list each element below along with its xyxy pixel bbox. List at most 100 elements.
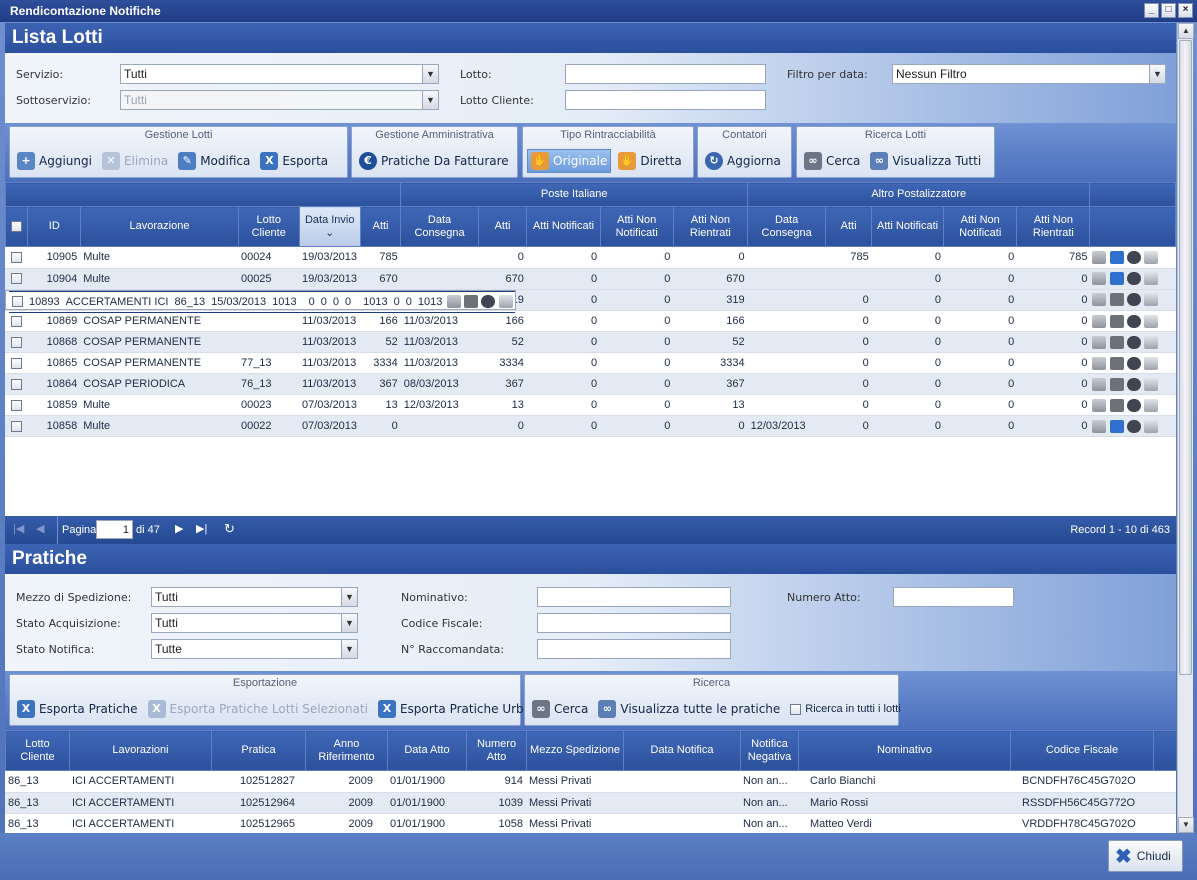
table-row[interactable]: 86_13 ICI ACCERTAMENTI 102512964 2009 01/01/…: [5, 792, 1176, 814]
col-anno[interactable]: Anno Riferimento: [305, 730, 388, 771]
stato-notifica-select[interactable]: Tutte ▼: [151, 639, 358, 659]
edit-icon[interactable]: [1109, 419, 1124, 433]
col-data-atto[interactable]: Data Atto: [387, 730, 467, 771]
euro-icon[interactable]: [1126, 356, 1141, 370]
stato-acquisizione-select[interactable]: Tutti ▼: [151, 613, 358, 633]
table-row[interactable]: 10864 COSAP PERIODICA 76_13 11/03/2013 367 08…: [5, 373, 1176, 395]
mail-icon[interactable]: [498, 295, 513, 309]
edit-icon[interactable]: [1109, 314, 1124, 328]
col-pratica[interactable]: Pratica: [211, 730, 306, 771]
box-icon[interactable]: [1092, 250, 1107, 264]
col-poste-atti-non-rientrati[interactable]: Atti Non Rientrati: [672, 206, 748, 247]
originale-button[interactable]: ✋ Originale: [527, 149, 612, 173]
cerca-lotti-button[interactable]: ∞ Cerca: [801, 149, 863, 173]
ricerca-tutti-lotti-checkbox[interactable]: Ricerca in tutti i lotti: [787, 697, 903, 721]
close-window-button[interactable]: ×: [1178, 3, 1193, 18]
prev-page-icon[interactable]: ◀: [36, 522, 44, 535]
esporta-button[interactable]: X Esporta: [257, 149, 331, 173]
row-checkbox[interactable]: [10, 378, 22, 390]
table-row[interactable]: 10905 Multe 00024 19/03/2013 785 0 0 0 0 785 0 0 785: [5, 247, 1176, 269]
table-row[interactable]: 10904 Multe 00025 19/03/2013 670 670 0 0 670 0 0 0: [5, 268, 1176, 290]
box-icon[interactable]: [447, 295, 462, 309]
visualizza-tutti-button[interactable]: ∞ Visualizza Tutti: [867, 149, 984, 173]
euro-icon[interactable]: [1126, 314, 1141, 328]
raccomandata-input[interactable]: [537, 639, 731, 659]
box-icon[interactable]: [1092, 398, 1107, 412]
maximize-button[interactable]: □: [1161, 3, 1176, 18]
first-page-icon[interactable]: |◀: [13, 522, 24, 535]
table-row[interactable]: 10858 Multe 00022 07/03/2013 0 0 0 0 0 12/03/2013…: [5, 415, 1176, 437]
row-checkbox[interactable]: [10, 251, 22, 263]
row-checkbox[interactable]: [10, 336, 22, 348]
box-icon[interactable]: [1092, 335, 1107, 349]
col-altro-data-consegna[interactable]: Data Consegna: [746, 206, 827, 247]
euro-icon[interactable]: [1126, 335, 1141, 349]
euro-icon[interactable]: [1126, 398, 1141, 412]
mail-icon[interactable]: [1143, 272, 1158, 285]
select-all-checkbox[interactable]: [5, 206, 29, 247]
minimize-button[interactable]: _: [1144, 3, 1159, 18]
codice-fiscale-input[interactable]: [537, 613, 731, 633]
box-icon[interactable]: [1092, 272, 1107, 285]
row-checkbox[interactable]: [10, 315, 22, 327]
euro-icon[interactable]: [1126, 377, 1141, 391]
col-poste-atti-non-notificati[interactable]: Atti Non Notificati: [599, 206, 674, 247]
col-nominativo[interactable]: Nominativo: [798, 730, 1011, 771]
col-poste-atti[interactable]: Atti: [477, 206, 528, 247]
page-number-input[interactable]: 1: [96, 520, 133, 539]
col-altro-atti-non-notificati[interactable]: Atti Non Notificati: [943, 206, 1018, 247]
row-checkbox[interactable]: [10, 273, 22, 285]
modifica-button[interactable]: ✎ Modifica: [175, 149, 253, 173]
scroll-down-icon[interactable]: ▼: [1178, 817, 1194, 833]
edit-icon[interactable]: [1109, 250, 1124, 264]
vertical-scrollbar[interactable]: ▲ ▼: [1177, 23, 1194, 833]
col-mezzo[interactable]: Mezzo Spedizione: [526, 730, 624, 771]
table-row[interactable]: 10893 ACCERTAMENTI ICI 86_13 15/03/2013 1013…: [5, 289, 516, 313]
edit-icon[interactable]: [1109, 272, 1124, 285]
table-row[interactable]: 10865 COSAP PERMANENTE 77_13 11/03/2013 3334…: [5, 352, 1176, 374]
lotto-input[interactable]: [565, 64, 766, 84]
table-row[interactable]: 86_13 ICI ACCERTAMENTI 102512827 2009 01/01/…: [5, 771, 1176, 793]
euro-icon[interactable]: [1126, 293, 1141, 307]
euro-icon[interactable]: [1126, 419, 1141, 433]
edit-icon[interactable]: [464, 295, 479, 309]
edit-icon[interactable]: [1109, 377, 1124, 391]
col-notifica-negativa[interactable]: Notifica Negativa: [740, 730, 799, 771]
nominativo-input[interactable]: [537, 587, 731, 607]
chiudi-button[interactable]: ✖ Chiudi: [1108, 840, 1183, 872]
esporta-pratiche-urbi-button[interactable]: X Esporta Pratiche Urbi: [375, 697, 530, 721]
col-altro-atti-notificati[interactable]: Atti Notificati: [870, 206, 945, 247]
table-row[interactable]: 10868 COSAP PERMANENTE 11/03/2013 52 11/03/2…: [5, 331, 1176, 353]
table-row[interactable]: 10859 Multe 00023 07/03/2013 13 12/03/2013 13 0…: [5, 394, 1176, 416]
mail-icon[interactable]: [1143, 419, 1158, 433]
filtro-data-select[interactable]: Nessun Filtro ▼: [892, 64, 1166, 84]
box-icon[interactable]: [1092, 419, 1107, 433]
col-poste-atti-notificati[interactable]: Atti Notificati: [526, 206, 601, 247]
col-atti[interactable]: Atti: [359, 206, 402, 247]
table-row[interactable]: 10869 COSAP PERMANENTE 11/03/2013 166 11/03/…: [5, 310, 1176, 332]
col-altro-atti[interactable]: Atti: [825, 206, 872, 247]
scroll-thumb[interactable]: [1179, 40, 1192, 675]
row-checkbox[interactable]: [12, 296, 23, 308]
edit-icon[interactable]: [1109, 398, 1124, 412]
col-lavorazione[interactable]: Lavorazione: [80, 206, 239, 247]
col-poste-data-consegna[interactable]: Data Consegna: [400, 206, 479, 247]
aggiorna-button[interactable]: ↻ Aggiorna: [702, 149, 784, 173]
euro-icon[interactable]: [481, 295, 496, 309]
col-id[interactable]: ID: [27, 206, 82, 247]
diretta-button[interactable]: ✋ Diretta: [615, 149, 684, 173]
table-row[interactable]: 86_13 ICI ACCERTAMENTI 102512965 2009 01/01/…: [5, 813, 1176, 833]
box-icon[interactable]: [1092, 377, 1107, 391]
visualizza-tutte-pratiche-button[interactable]: ∞ Visualizza tutte le pratiche: [595, 697, 783, 721]
col-data-invio[interactable]: Data Invio ⌄: [298, 206, 361, 247]
cerca-pratiche-button[interactable]: ∞ Cerca: [529, 697, 591, 721]
mail-icon[interactable]: [1143, 250, 1158, 264]
col-altro-atti-non-rientrati[interactable]: Atti Non Rientrati: [1016, 206, 1091, 247]
box-icon[interactable]: [1092, 293, 1107, 307]
servizio-select[interactable]: Tutti ▼: [120, 64, 439, 84]
mail-icon[interactable]: [1143, 398, 1158, 412]
pratiche-da-fatturare-button[interactable]: € Pratiche Da Fatturare: [356, 149, 512, 173]
mail-icon[interactable]: [1143, 335, 1158, 349]
col-lavorazioni[interactable]: Lavorazioni: [69, 730, 212, 771]
esporta-pratiche-lotti-selezionati-button[interactable]: X Esporta Pratiche Lotti Selezionati: [145, 697, 371, 721]
